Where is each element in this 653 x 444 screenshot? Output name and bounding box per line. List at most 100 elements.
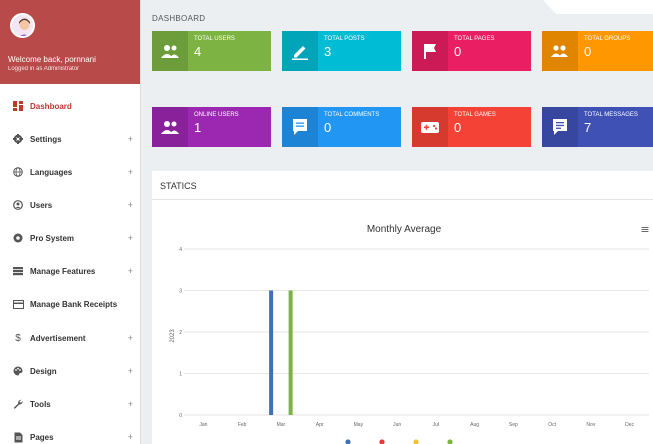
sidebar-item-manage-features[interactable]: Manage Features + — [0, 261, 140, 281]
card-title: ONLINE USERS — [194, 112, 239, 118]
sidebar-item-label: Dashboard — [30, 101, 72, 111]
chart-bar[interactable] — [288, 290, 293, 416]
divider — [152, 199, 653, 200]
sidebar-item-label: Tools — [30, 399, 51, 409]
sidebar-item-label: Manage Features — [30, 266, 96, 276]
x-tick-label: Oct — [548, 422, 556, 428]
sidebar-item-label: Pro System — [30, 233, 75, 243]
y-tick-label: 4 — [179, 247, 182, 253]
logged-in-text: Logged in as Administrator — [8, 66, 80, 72]
card-value: 1 — [194, 120, 202, 135]
sidebar-item-dashboard[interactable]: Dashboard — [0, 96, 140, 116]
card-total-groups[interactable]: TOTAL GROUPS 0 — [542, 31, 653, 71]
users-icon — [152, 31, 188, 71]
x-tick-label: Jan — [199, 422, 207, 428]
sidebar-item-label: Manage Bank Receipts — [30, 299, 118, 309]
expand-indicator: + — [127, 366, 133, 376]
x-tick-label: Aug — [470, 422, 479, 428]
legend-marker[interactable] — [345, 439, 351, 444]
card-title: TOTAL COMMENTS — [324, 112, 380, 118]
sidebar-item-languages[interactable]: Languages + — [0, 162, 140, 182]
expand-indicator: + — [127, 200, 133, 210]
expand-indicator: + — [127, 233, 133, 243]
x-tick-label: Feb — [238, 422, 247, 428]
card-value: 0 — [454, 44, 462, 59]
sidebar-item-manage-bank-receipts[interactable]: Manage Bank Receipts — [0, 294, 140, 314]
pencil-icon — [282, 31, 318, 71]
monthly-average-chart: Monthly Average ≡ 2023 0 1 2 3 4 Jan Feb Mar Ap… — [170, 223, 650, 444]
sidebar-item-label: Pages — [30, 432, 54, 442]
y-tick-label: 0 — [179, 413, 182, 419]
x-tick-label: Nov — [586, 422, 595, 428]
users-icon — [152, 107, 188, 147]
gear-icon — [8, 134, 28, 144]
x-tick-label: Sep — [509, 422, 518, 428]
expand-indicator: + — [127, 432, 133, 442]
message-icon — [542, 107, 578, 147]
credit-card-icon — [8, 299, 28, 309]
expand-indicator: + — [127, 266, 133, 276]
card-title: TOTAL MESSAGES — [584, 112, 638, 118]
legend-marker[interactable] — [447, 439, 453, 444]
main-content: DASHBOARD TOTAL USERS 4 TOTAL POSTS 3 TOTA… — [141, 0, 653, 444]
card-value: 7 — [584, 120, 592, 135]
legend-marker[interactable] — [413, 439, 419, 444]
gamepad-icon — [412, 107, 448, 147]
sidebar-item-label: Advertisement — [30, 333, 86, 343]
card-title: TOTAL POSTS — [324, 36, 365, 42]
legend-marker[interactable] — [379, 439, 385, 444]
groups-icon — [542, 31, 578, 71]
card-total-users[interactable]: TOTAL USERS 4 — [152, 31, 271, 71]
card-value: 0 — [454, 120, 462, 135]
sidebar-item-settings[interactable]: Settings + — [0, 129, 140, 149]
sidebar-item-design[interactable]: Design + — [0, 361, 140, 381]
globe-icon — [8, 167, 28, 177]
x-tick-label: May — [354, 422, 364, 428]
sidebar-item-users[interactable]: Users + — [0, 195, 140, 215]
y-tick-label: 2 — [179, 330, 182, 336]
statics-panel: STATICS Monthly Average ≡ 2023 0 1 2 3 4 Jan… — [152, 171, 653, 444]
chart-title: Monthly Average — [367, 224, 442, 235]
comment-icon — [282, 107, 318, 147]
card-title: TOTAL GAMES — [454, 112, 496, 118]
expand-indicator: + — [127, 134, 133, 144]
card-total-comments[interactable]: TOTAL COMMENTS 0 — [282, 107, 401, 147]
card-total-games[interactable]: TOTAL GAMES 0 — [412, 107, 531, 147]
page-title: DASHBOARD — [152, 14, 206, 23]
flag-icon — [412, 31, 448, 71]
chart-menu-icon[interactable]: ≡ — [640, 223, 649, 236]
card-title: TOTAL USERS — [194, 36, 235, 42]
y-tick-label: 1 — [179, 372, 182, 378]
card-value: 0 — [584, 44, 592, 59]
sidebar-item-pages[interactable]: Pages + — [0, 427, 140, 444]
avatar[interactable] — [10, 13, 35, 38]
top-tab — [543, 0, 653, 14]
x-tick-label: Apr — [316, 422, 324, 428]
sidebar-item-pro-system[interactable]: Pro System + — [0, 228, 140, 248]
expand-indicator: + — [127, 333, 133, 343]
y-tick-label: 3 — [179, 289, 182, 295]
y-axis-label: 2023 — [170, 329, 176, 343]
card-online-users[interactable]: ONLINE USERS 1 — [152, 107, 271, 147]
sidebar-item-label: Languages — [30, 167, 73, 177]
welcome-text: Welcome back, pornnani — [8, 55, 96, 64]
card-value: 4 — [194, 44, 202, 59]
card-value: 0 — [324, 120, 332, 135]
statics-title: STATICS — [160, 181, 197, 191]
dollar-icon: $ — [15, 332, 21, 344]
card-total-messages[interactable]: TOTAL MESSAGES 7 — [542, 107, 653, 147]
expand-indicator: + — [127, 167, 133, 177]
palette-icon — [8, 366, 28, 376]
x-tick-label: Mar — [277, 422, 286, 428]
card-total-pages[interactable]: TOTAL PAGES 0 — [412, 31, 531, 71]
chart-bar[interactable] — [269, 290, 274, 416]
sidebar-item-tools[interactable]: Tools + — [0, 394, 140, 414]
page-icon — [8, 432, 28, 443]
card-total-posts[interactable]: TOTAL POSTS 3 — [282, 31, 401, 71]
features-icon — [8, 266, 28, 276]
card-title: TOTAL PAGES — [454, 36, 495, 42]
x-tick-label: Dec — [625, 422, 634, 428]
dashboard-icon — [8, 101, 28, 111]
sidebar-item-advertisement[interactable]: $ Advertisement + — [0, 328, 140, 348]
x-tick-label: Jun — [393, 422, 401, 428]
